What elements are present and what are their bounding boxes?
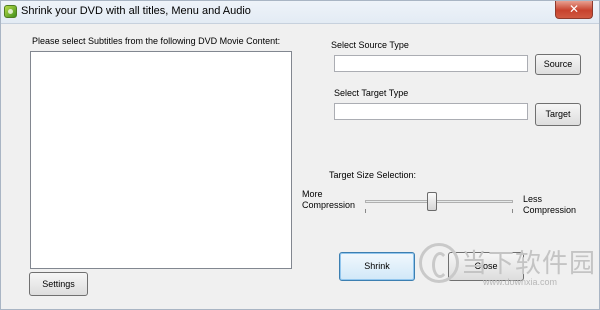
compression-slider-track[interactable] [365,200,513,203]
subtitles-prompt: Please select Subtitles from the followi… [32,36,281,46]
more-compression-label: More Compression [302,189,355,211]
less-compression-line2: Compression [523,205,577,215]
target-type-label: Select Target Type [334,88,409,98]
target-size-label: Target Size Selection: [329,170,417,180]
less-compression-label: Less Compression [523,194,576,216]
source-type-field[interactable] [334,55,528,72]
title-bar[interactable]: Shrink your DVD with all titles, Menu an… [1,1,599,24]
more-compression-line2: Compression [302,200,356,210]
compression-slider-thumb[interactable] [427,192,437,211]
source-type-label: Select Source Type [331,40,409,50]
window-close-button[interactable]: ✕ [555,1,593,19]
target-button[interactable]: Target [535,103,581,126]
close-button[interactable]: Close [448,252,524,281]
shrink-button[interactable]: Shrink [339,252,415,281]
source-button[interactable]: Source [535,54,581,75]
slider-tick [512,209,513,213]
less-compression-line1: Less [523,194,543,204]
more-compression-line1: More [302,189,323,199]
target-type-field[interactable] [334,103,528,120]
main-window: Shrink your DVD with all titles, Menu an… [0,0,600,310]
window-title: Shrink your DVD with all titles, Menu an… [21,5,251,17]
slider-tick [365,209,366,213]
settings-button[interactable]: Settings [29,272,88,296]
app-icon [4,5,17,18]
subtitles-listbox[interactable] [30,51,292,269]
